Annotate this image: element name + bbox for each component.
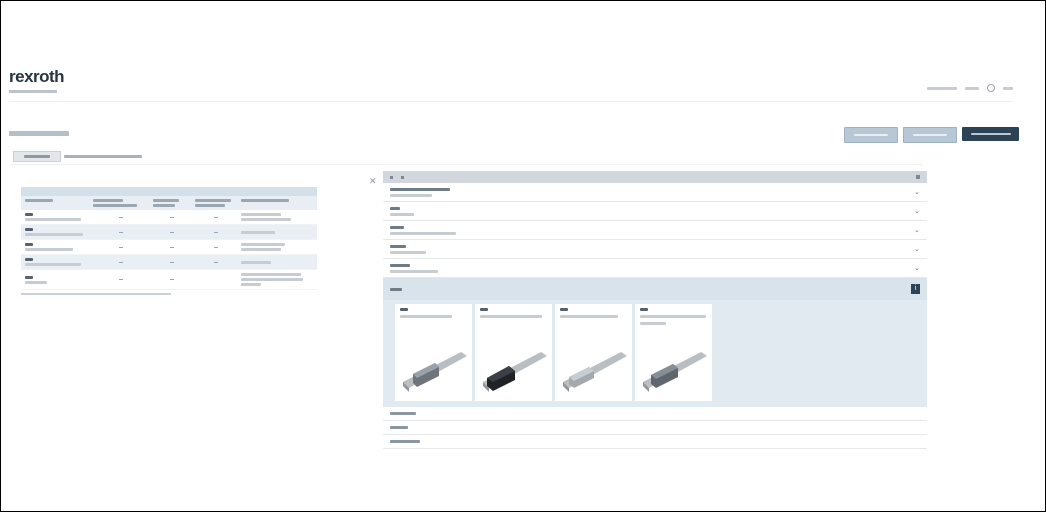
accordion-item[interactable]: ⌄ bbox=[383, 183, 927, 202]
product-card[interactable] bbox=[475, 304, 552, 401]
utility-link[interactable] bbox=[965, 86, 979, 90]
rail-block-icon bbox=[643, 352, 707, 392]
brand-name: rexroth bbox=[9, 67, 65, 86]
accordion-item[interactable] bbox=[383, 407, 927, 421]
toolbar-tab[interactable] bbox=[401, 175, 404, 179]
filter-row bbox=[13, 151, 142, 162]
chevron-down-icon: ⌄ bbox=[914, 207, 920, 215]
column-header bbox=[195, 199, 237, 207]
product-card-row bbox=[383, 300, 927, 407]
chevron-down-icon: ⌄ bbox=[914, 264, 920, 272]
header-divider bbox=[9, 101, 1013, 102]
product-card[interactable] bbox=[635, 304, 712, 401]
accordion-item[interactable]: ⌄ bbox=[383, 259, 927, 278]
rail-block-icon bbox=[483, 352, 547, 392]
accordion-item[interactable]: ⌄ bbox=[383, 221, 927, 240]
secondary-action-button[interactable] bbox=[844, 127, 898, 143]
table-row[interactable] bbox=[21, 225, 317, 240]
collapse-panel-icon[interactable]: ✕ bbox=[369, 177, 377, 186]
accordion-item[interactable]: ⌄ bbox=[383, 240, 927, 259]
comparison-table bbox=[21, 187, 317, 295]
configurator-panel: ⌄ ⌄ ⌄ ⌄ ⌄ i bbox=[383, 171, 927, 466]
brand-logo[interactable]: rexroth bbox=[9, 67, 65, 93]
primary-action-button[interactable] bbox=[962, 127, 1019, 141]
table-row[interactable] bbox=[21, 255, 317, 270]
accordion-open-header[interactable]: i bbox=[383, 278, 927, 300]
page-title bbox=[9, 131, 69, 136]
table-row[interactable] bbox=[21, 210, 317, 225]
table-caption bbox=[21, 187, 317, 196]
toolbar-tab[interactable] bbox=[390, 175, 393, 179]
brand-tagline bbox=[9, 90, 57, 93]
app-viewport: rexroth ✕ ⌄ ⌄ ⌄ ⌄ ⌄ i bbox=[3, 6, 1043, 510]
section-divider bbox=[9, 164, 923, 165]
filter-chip[interactable] bbox=[13, 151, 61, 162]
product-card[interactable] bbox=[555, 304, 632, 401]
table-header-row bbox=[21, 196, 317, 210]
product-card[interactable] bbox=[395, 304, 472, 401]
column-header bbox=[93, 199, 149, 207]
filter-description bbox=[64, 155, 142, 158]
action-buttons bbox=[844, 127, 1019, 143]
table-row[interactable] bbox=[21, 270, 317, 290]
chevron-down-icon: ⌄ bbox=[914, 245, 920, 253]
table-footnote bbox=[21, 293, 171, 295]
table-row[interactable] bbox=[21, 240, 317, 255]
column-header bbox=[153, 199, 191, 207]
panel-menu-icon[interactable] bbox=[916, 175, 920, 179]
secondary-action-button[interactable] bbox=[903, 127, 957, 143]
chevron-down-icon: ⌄ bbox=[914, 188, 920, 196]
rail-block-icon bbox=[563, 352, 627, 392]
column-header bbox=[25, 199, 53, 202]
utility-link[interactable] bbox=[1003, 86, 1013, 90]
accordion-item[interactable] bbox=[383, 435, 927, 449]
accordion-item[interactable]: ⌄ bbox=[383, 202, 927, 221]
chevron-down-icon: ⌄ bbox=[914, 226, 920, 234]
info-icon[interactable]: i bbox=[911, 284, 920, 294]
rail-block-icon bbox=[403, 352, 467, 392]
column-header bbox=[241, 199, 289, 202]
user-icon[interactable] bbox=[987, 84, 995, 92]
accordion-item[interactable] bbox=[383, 421, 927, 435]
utility-link[interactable] bbox=[927, 86, 957, 90]
panel-toolbar bbox=[383, 171, 927, 183]
top-utility-links bbox=[927, 84, 1013, 92]
